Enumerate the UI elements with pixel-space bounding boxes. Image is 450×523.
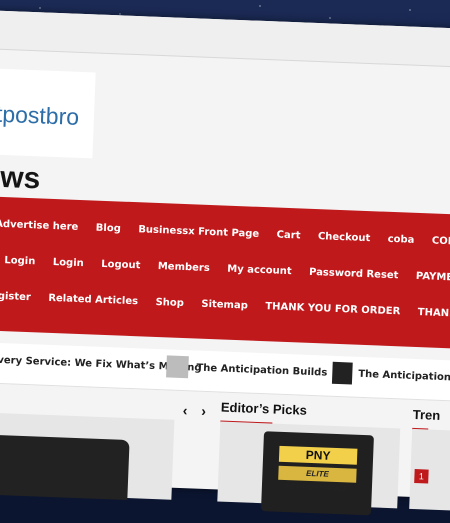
nav-item[interactable]: Password Reset [309,267,399,281]
nav-item[interactable]: Members [158,261,210,274]
ticker-item[interactable]: The Anticipation Builds [196,363,327,379]
nav-item[interactable]: Advertise here [0,219,78,233]
editors-picks-title: Editor’s Picks [220,399,308,418]
nav-item[interactable]: Shop [155,297,184,309]
nav-item[interactable]: Businessx Front Page [138,224,259,240]
website-screen: tpostbro ews nt Advertise here Blog Busi… [0,10,450,516]
nav-item[interactable]: Login [53,257,84,269]
nav-item[interactable]: CONTACT US [432,236,450,250]
ticker-thumbnail [166,355,189,379]
nav-item[interactable]: Login [4,255,35,267]
ticker-thumbnail [331,361,353,385]
nav-row-1: nt Advertise here Blog Businessx Front P… [0,218,450,259]
sd-card-image: PNY ELITE PERFORMANCE [260,431,374,516]
nav-item[interactable]: coba [387,234,414,246]
next-arrow-icon[interactable]: › [201,403,206,419]
nav-row-3: egister Related Articles Shop Sitemap TH… [0,291,450,333]
nav-row-2: Login Login Logout Members My account Pa… [4,255,450,296]
nav-item[interactable]: Sitemap [201,299,248,312]
featured-slider-image[interactable] [0,411,175,501]
editors-pick-card[interactable]: PNY ELITE PERFORMANCE [217,421,401,516]
trending-title: Tren [412,406,441,423]
nav-item[interactable]: PAYMENT ORDER GUE [416,271,450,287]
ticker-item[interactable]: The Anticipation B [358,369,450,384]
nav-item[interactable]: Cart [276,230,300,242]
site-logo[interactable]: tpostbro [0,67,96,159]
site-title[interactable]: ews [0,160,41,196]
nav-item[interactable]: Related Articles [48,293,138,307]
device-image [0,434,130,501]
trending-heading: Tren [412,406,441,431]
news-ticker: covery Service: We Fix What’s Missing Th… [0,341,450,402]
nav-item[interactable]: THANK YOU FOR ORDER [265,301,400,317]
logo-text: tpostbro [0,100,80,130]
prev-arrow-icon[interactable]: ‹ [182,402,187,418]
nav-item[interactable]: THANK YOU FOR ORDER [418,307,450,323]
trending-card[interactable]: 1 [409,428,450,512]
main-navigation: nt Advertise here Blog Businessx Front P… [0,195,450,349]
product-label: ELITE PERFORMANCE [278,465,357,493]
brand-label: PNY [278,445,358,465]
nav-item[interactable]: My account [227,264,292,277]
nav-item[interactable]: Checkout [318,231,371,244]
nav-item[interactable]: Blog [96,223,121,235]
nav-item[interactable]: egister [0,291,31,304]
slider-controls: ‹ › [182,402,216,419]
trending-rank-badge: 1 [414,469,429,484]
nav-item[interactable]: Logout [101,259,141,271]
